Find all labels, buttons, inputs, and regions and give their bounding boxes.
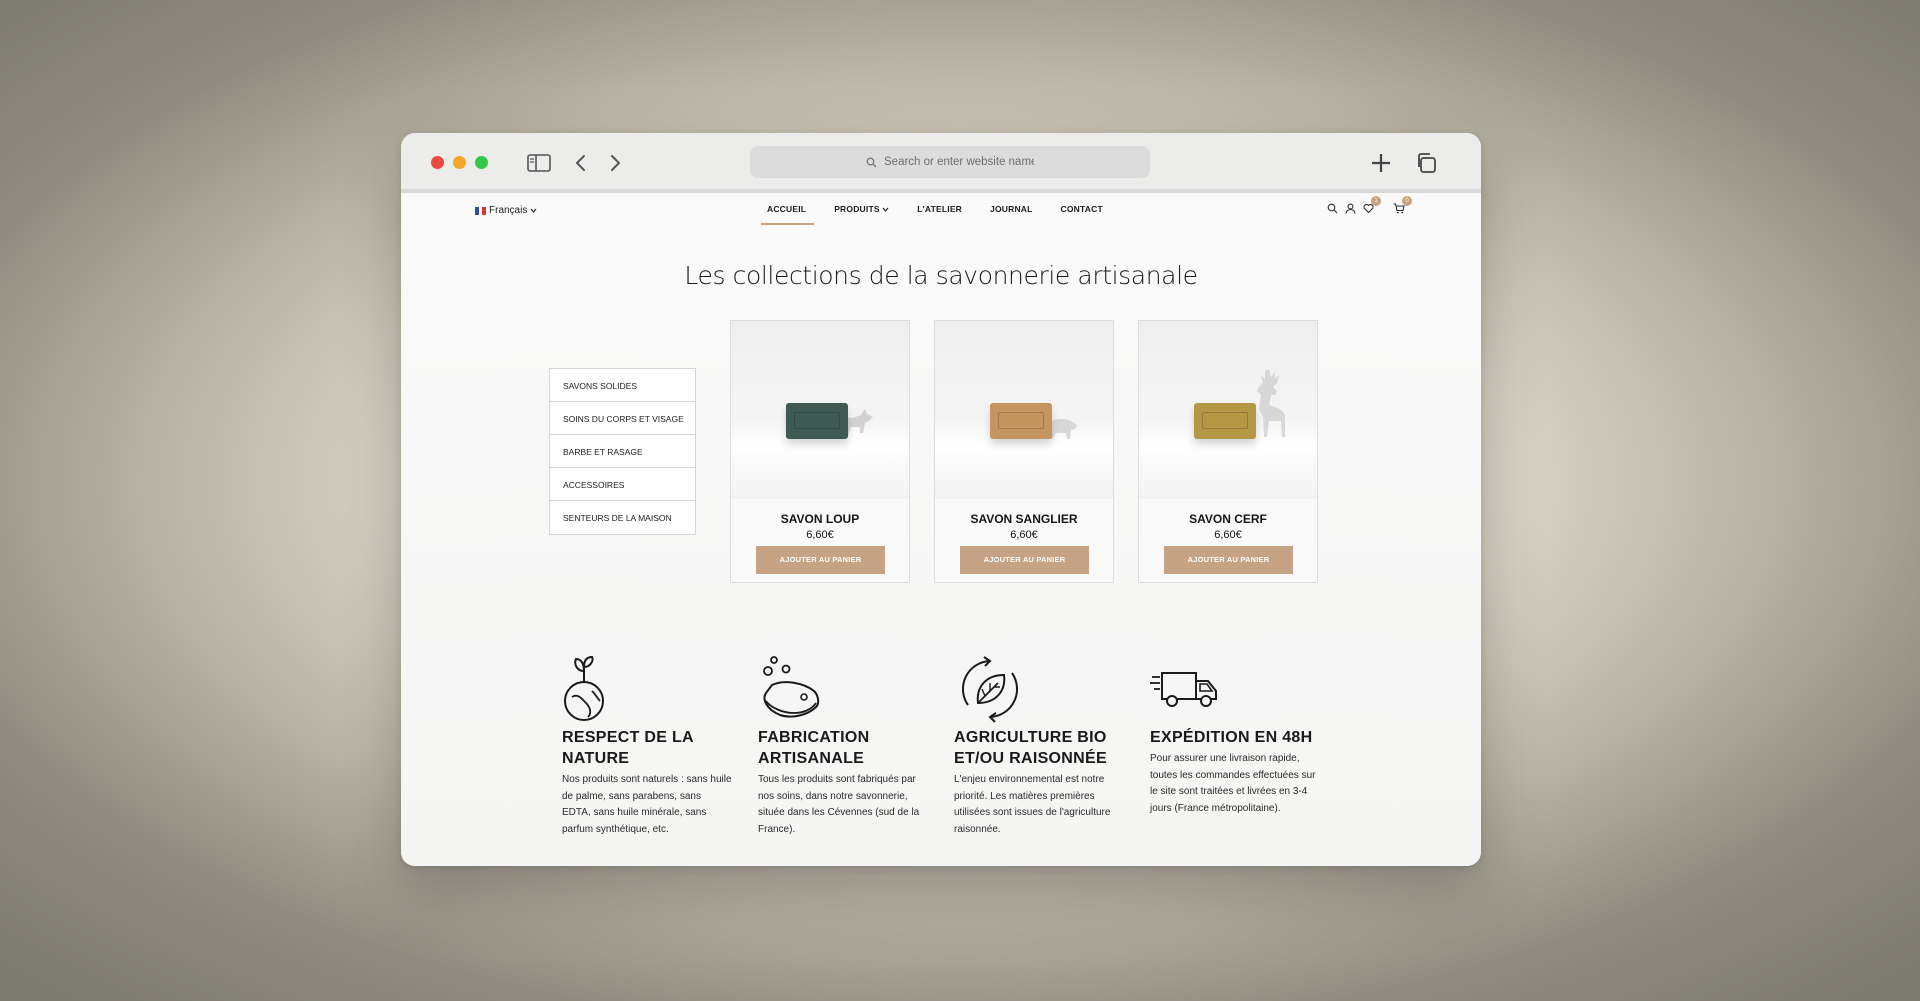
product-price: 6,60€ [806,529,834,541]
earth-plant-icon [562,653,732,725]
feature-text: Nos produits sont naturels : sans huile … [562,774,732,835]
feature-block: AGRICULTURE BIO ET/OU RAISONNÉE L'enjeu … [954,653,1124,838]
soap-bar [1194,403,1256,439]
soap-bubbles-icon [758,653,928,725]
chevron-down-icon [530,208,537,213]
search-icon[interactable] [1327,203,1338,214]
tab-overview-icon[interactable] [1414,151,1438,175]
new-tab-plus-icon[interactable] [1369,151,1393,175]
feature-title: FABRICATION ARTISANALE [758,729,870,767]
product-name[interactable]: SAVON LOUP [731,512,909,526]
forward-arrow-icon[interactable] [603,151,627,175]
feature-text: Pour assurer une livraison rapide, toute… [1150,753,1316,814]
category-savons-solides[interactable]: SAVONS SOLIDES [550,369,695,402]
soap-bar [786,403,848,439]
product-price: 6,60€ [1010,529,1038,541]
header-icons: 1 0 [1327,196,1412,214]
chevron-down-icon [882,207,889,212]
user-icon[interactable] [1345,203,1356,214]
category-soins-corps-visage[interactable]: SOINS DU CORPS ET VISAGE [550,402,695,435]
nav-accueil[interactable]: ACCUEIL [760,193,815,225]
main-nav: ACCUEIL PRODUITS L'ATELIER JOURNAL CONTA… [760,193,1131,227]
zoom-window-button[interactable] [475,156,488,169]
nav-produits[interactable]: PRODUITS [834,193,889,225]
delivery-truck-icon [1150,653,1320,725]
product-image[interactable] [935,321,1113,499]
product-price: 6,60€ [1214,529,1242,541]
product-image[interactable] [1139,321,1317,499]
address-bar[interactable] [750,146,1150,178]
product-name[interactable]: SAVON CERF [1139,512,1317,526]
close-window-button[interactable] [431,156,444,169]
product-name[interactable]: SAVON SANGLIER [935,512,1113,526]
feature-text: Tous les produits sont fabriqués par nos… [758,774,920,835]
back-arrow-icon[interactable] [569,151,593,175]
nav-journal[interactable]: JOURNAL [990,193,1033,225]
feature-text: L'enjeu environnemental est notre priori… [954,774,1111,835]
category-menu: SAVONS SOLIDES SOINS DU CORPS ET VISAGE … [549,368,696,535]
feature-title: EXPÉDITION EN 48H [1150,729,1313,746]
soap-bar [990,403,1052,439]
product-card[interactable]: SAVON SANGLIER 6,60€ AJOUTER AU PANIER [934,320,1114,583]
browser-window: Français ACCUEIL PRODUITS L'ATELIER JOUR… [401,133,1481,866]
category-senteurs-maison[interactable]: SENTEURS DE LA MAISON [550,501,695,534]
feature-block: FABRICATION ARTISANALE Tous les produits… [758,653,928,838]
cart-count-badge: 0 [1402,196,1412,206]
category-barbe-rasage[interactable]: BARBE ET RASAGE [550,435,695,468]
nav-contact[interactable]: CONTACT [1061,193,1103,225]
leaf-cycle-icon [954,653,1124,725]
product-card[interactable]: SAVON LOUP 6,60€ AJOUTER AU PANIER [730,320,910,583]
nav-produits-label: PRODUITS [834,204,880,214]
feature-title: RESPECT DE LA NATURE [562,729,694,767]
cart-button[interactable]: 0 [1393,196,1412,214]
add-to-cart-button[interactable]: AJOUTER AU PANIER [756,546,885,574]
nav-atelier[interactable]: L'ATELIER [917,193,962,225]
browser-toolbar [401,133,1481,193]
wishlist-button[interactable]: 1 [1363,196,1381,214]
feature-block: RESPECT DE LA NATURE Nos produits sont n… [562,653,732,838]
language-label: Français [489,205,528,216]
minimize-window-button[interactable] [453,156,466,169]
french-flag-icon [475,206,487,215]
product-image[interactable] [731,321,909,499]
address-input[interactable] [884,156,1034,168]
website-content: Français ACCUEIL PRODUITS L'ATELIER JOUR… [401,193,1481,866]
feature-title: AGRICULTURE BIO ET/OU RAISONNÉE [954,729,1107,767]
add-to-cart-button[interactable]: AJOUTER AU PANIER [1164,546,1293,574]
wishlist-count-badge: 1 [1371,196,1381,206]
add-to-cart-button[interactable]: AJOUTER AU PANIER [960,546,1089,574]
product-card[interactable]: SAVON CERF 6,60€ AJOUTER AU PANIER [1138,320,1318,583]
feature-block: EXPÉDITION EN 48H Pour assurer une livra… [1150,653,1320,817]
page-title: Les collections de la savonnerie artisan… [684,261,1198,290]
category-accessoires[interactable]: ACCESSOIRES [550,468,695,501]
search-icon [866,157,877,167]
sidebar-toggle-icon[interactable] [527,151,551,175]
language-selector[interactable]: Français [475,205,537,216]
